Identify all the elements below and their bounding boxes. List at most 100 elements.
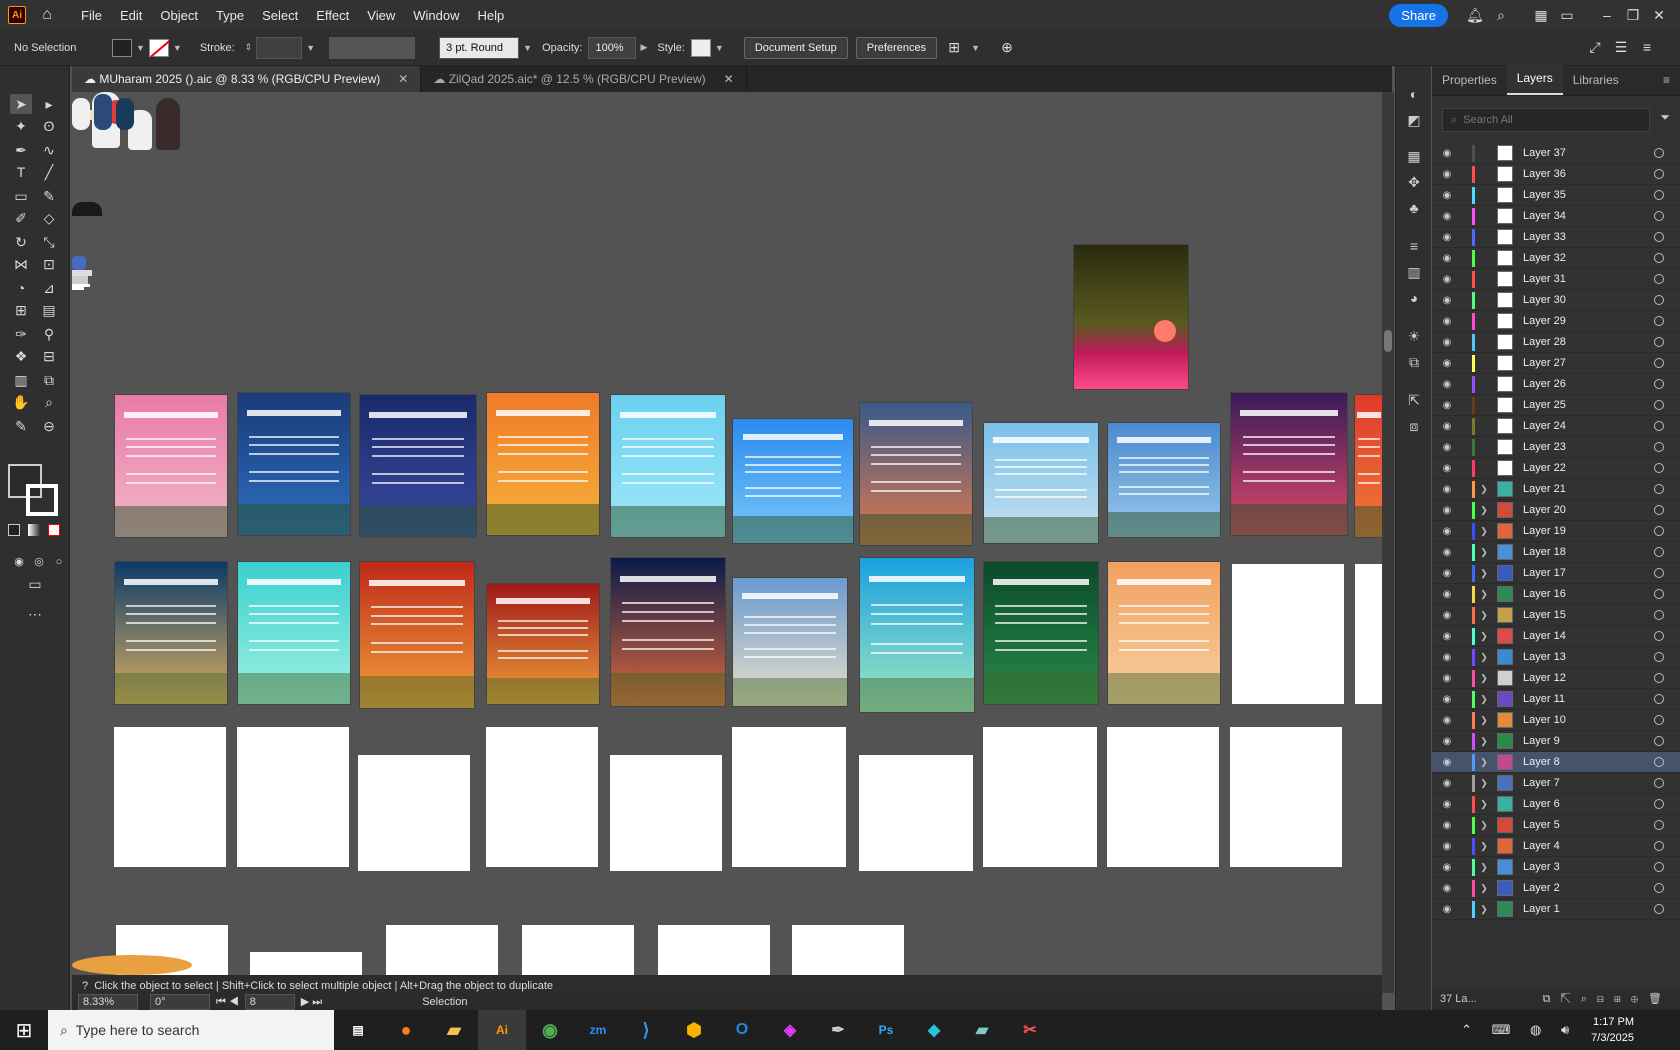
more-tools-icon[interactable]: ⋯ bbox=[24, 604, 46, 624]
target-icon[interactable] bbox=[1654, 463, 1664, 473]
panel-toggle-icon[interactable]: ☰ bbox=[1608, 39, 1634, 56]
magic-wand-icon[interactable]: ✦ bbox=[10, 116, 32, 136]
lasso-icon[interactable]: ʘ bbox=[38, 116, 60, 136]
expand-arrow-icon[interactable]: ❯ bbox=[1477, 505, 1491, 516]
free-transform-icon[interactable]: ⊡ bbox=[38, 254, 60, 274]
empty-artboard[interactable] bbox=[522, 925, 634, 975]
target-icon[interactable] bbox=[1654, 316, 1664, 326]
eye-icon[interactable]: ◉ bbox=[1432, 442, 1462, 453]
zoom-out-icon[interactable]: ⊖ bbox=[38, 416, 60, 436]
eye-icon[interactable]: ◉ bbox=[1432, 505, 1462, 516]
fill-swatch[interactable] bbox=[112, 38, 132, 57]
target-icon[interactable] bbox=[1654, 337, 1664, 347]
poster-artwork[interactable] bbox=[1107, 561, 1221, 705]
eye-icon[interactable]: ◉ bbox=[1432, 316, 1462, 327]
layer-row[interactable]: ◉ ❯ Layer 1 bbox=[1432, 899, 1680, 920]
gradient-mode-icon[interactable] bbox=[28, 524, 40, 536]
empty-artboard[interactable] bbox=[486, 727, 598, 867]
eye-icon[interactable]: ◉ bbox=[1432, 757, 1462, 768]
poster-artwork[interactable] bbox=[1354, 394, 1382, 538]
layer-row[interactable]: ◉ ❯ Layer 5 bbox=[1432, 815, 1680, 836]
empty-artboard[interactable] bbox=[1107, 727, 1219, 867]
tab-libraries[interactable]: Libraries bbox=[1563, 73, 1629, 95]
empty-artboard[interactable] bbox=[610, 755, 722, 871]
poster-artwork[interactable] bbox=[610, 394, 726, 538]
poster-artwork[interactable] bbox=[1230, 392, 1348, 536]
poster-artwork[interactable] bbox=[610, 557, 726, 707]
pen-app-icon[interactable]: ✒ bbox=[814, 1010, 862, 1050]
empty-artboard[interactable] bbox=[1230, 727, 1342, 867]
pen-tool-icon[interactable]: ✒ bbox=[10, 140, 32, 160]
eye-icon[interactable]: ◉ bbox=[1432, 862, 1462, 873]
menu-item-select[interactable]: Select bbox=[253, 8, 307, 23]
align-icon[interactable]: ⊞ bbox=[941, 39, 967, 56]
zoom-level[interactable]: 8.33% bbox=[78, 994, 138, 1010]
empty-artboard[interactable] bbox=[658, 925, 770, 975]
width-tool-icon[interactable]: ⋈ bbox=[10, 254, 32, 274]
links-icon[interactable]: ⧉ bbox=[1404, 354, 1424, 374]
empty-artboard[interactable] bbox=[237, 727, 349, 867]
eye-icon[interactable]: ◉ bbox=[1432, 778, 1462, 789]
layer-row[interactable]: ◉ Layer 31 bbox=[1432, 269, 1680, 290]
layer-row[interactable]: ◉ Layer 33 bbox=[1432, 227, 1680, 248]
menu-item-edit[interactable]: Edit bbox=[111, 8, 151, 23]
prayer-silhouette[interactable] bbox=[72, 202, 102, 216]
target-icon[interactable] bbox=[1654, 421, 1664, 431]
snipping-tool-icon[interactable]: ✂ bbox=[1006, 1010, 1054, 1050]
target-icon[interactable] bbox=[1654, 190, 1664, 200]
empty-artboard[interactable] bbox=[792, 925, 904, 975]
swatches-icon[interactable]: ▦ bbox=[1404, 148, 1424, 168]
layer-row[interactable]: ◉ ❯ Layer 17 bbox=[1432, 563, 1680, 584]
windows-start-icon[interactable]: ⊞ bbox=[0, 1010, 48, 1050]
expand-arrow-icon[interactable]: ❯ bbox=[1477, 715, 1491, 726]
layer-row[interactable]: ◉ Layer 29 bbox=[1432, 311, 1680, 332]
target-icon[interactable] bbox=[1654, 505, 1664, 515]
scale-tool-icon[interactable]: ⤡ bbox=[38, 232, 60, 252]
illustrator-taskbar-icon[interactable]: Ai bbox=[478, 1010, 526, 1050]
small-logo[interactable] bbox=[72, 276, 88, 284]
menu-item-view[interactable]: View bbox=[358, 8, 404, 23]
opacity-input[interactable]: 100% bbox=[588, 36, 637, 59]
layer-row[interactable]: ◉ Layer 23 bbox=[1432, 437, 1680, 458]
layer-row[interactable]: ◉ Layer 25 bbox=[1432, 395, 1680, 416]
selection-tool-icon[interactable]: ➤ bbox=[10, 94, 32, 114]
image-trace-icon[interactable]: ◩ bbox=[1404, 112, 1424, 132]
more-icon[interactable]: ≡ bbox=[1634, 39, 1660, 56]
chevron-right-icon[interactable]: ▶ bbox=[640, 42, 647, 53]
poster-artwork[interactable] bbox=[237, 561, 351, 705]
eye-icon[interactable]: ◉ bbox=[1432, 526, 1462, 537]
poster-desert[interactable] bbox=[1073, 244, 1189, 390]
expand-arrow-icon[interactable]: ❯ bbox=[1477, 736, 1491, 747]
eye-icon[interactable]: ◉ bbox=[1432, 295, 1462, 306]
target-icon[interactable] bbox=[1654, 568, 1664, 578]
stroke-swatch[interactable] bbox=[148, 38, 170, 57]
graphic-style-swatch[interactable] bbox=[690, 38, 711, 57]
slice-tool-icon[interactable]: ⧉ bbox=[38, 370, 60, 390]
expand-arrow-icon[interactable]: ❯ bbox=[1477, 568, 1491, 579]
shaper-tool-icon[interactable]: ✐ bbox=[10, 208, 32, 228]
eye-icon[interactable]: ◉ bbox=[1432, 211, 1462, 222]
zoom-app-icon[interactable]: zm bbox=[574, 1010, 622, 1050]
eraser-icon[interactable]: ◇ bbox=[38, 208, 60, 228]
poster-artwork[interactable] bbox=[732, 577, 848, 707]
layer-row[interactable]: ◉ ❯ Layer 15 bbox=[1432, 605, 1680, 626]
draw-behind-icon[interactable]: ◎ bbox=[28, 552, 50, 572]
target-icon[interactable] bbox=[1654, 862, 1664, 872]
outlook-icon[interactable]: O bbox=[718, 1010, 766, 1050]
layer-row[interactable]: ◉ ❯ Layer 4 bbox=[1432, 836, 1680, 857]
eye-icon[interactable]: ◉ bbox=[1432, 379, 1462, 390]
eye-icon[interactable]: ◉ bbox=[1432, 736, 1462, 747]
layer-row[interactable]: ◉ ❯ Layer 20 bbox=[1432, 500, 1680, 521]
bell-icon[interactable]: 🔔︎ bbox=[1462, 7, 1488, 24]
eye-icon[interactable]: ◉ bbox=[1432, 631, 1462, 642]
layer-row[interactable]: ◉ Layer 27 bbox=[1432, 353, 1680, 374]
layer-row[interactable]: ◉ Layer 28 bbox=[1432, 332, 1680, 353]
file-explorer-icon[interactable]: ▰ bbox=[430, 1010, 478, 1050]
artboards-icon[interactable]: ⧈ bbox=[1404, 418, 1424, 438]
eye-icon[interactable]: ◉ bbox=[1432, 841, 1462, 852]
eye-icon[interactable]: ◉ bbox=[1432, 169, 1462, 180]
app-icon[interactable]: ⬢ bbox=[670, 1010, 718, 1050]
layer-row[interactable]: ◉ ❯ Layer 7 bbox=[1432, 773, 1680, 794]
small-text[interactable] bbox=[72, 287, 84, 290]
color-mode-icon[interactable] bbox=[8, 524, 20, 536]
